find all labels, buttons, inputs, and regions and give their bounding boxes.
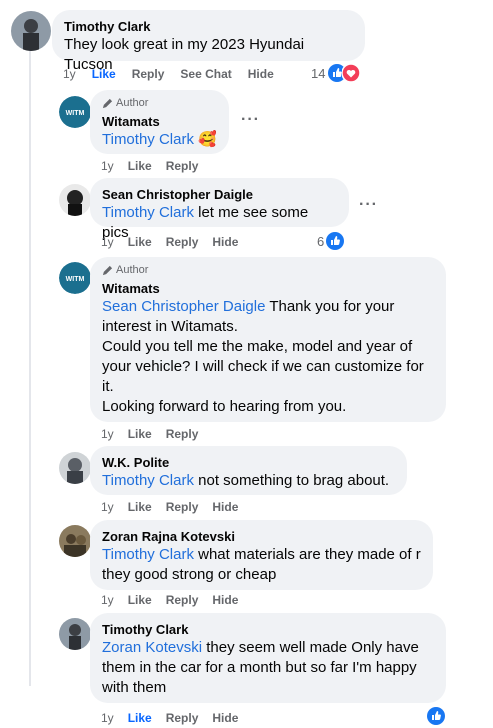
author-badge: Author	[102, 263, 434, 277]
emoji: 🥰	[198, 131, 217, 148]
reply-button[interactable]: Reply	[166, 711, 199, 725]
comment-text: Sean Christopher Daigle Thank you for yo…	[102, 298, 395, 335]
hide-button[interactable]: Hide	[212, 500, 238, 514]
comment-text: Could you tell me the make, model and ye…	[102, 338, 424, 395]
thread-line	[29, 46, 31, 686]
timestamp[interactable]: 1y	[101, 235, 114, 249]
like-button[interactable]: Like	[128, 593, 152, 607]
reaction-summary[interactable]: 14	[311, 64, 361, 82]
author-name[interactable]: Zoran Rajna Kotevski	[102, 528, 421, 545]
reply-button[interactable]: Reply	[166, 500, 199, 514]
reply-button[interactable]: Reply	[166, 235, 199, 249]
author-name[interactable]: W.K. Polite	[102, 454, 395, 471]
comment-actions: 1y Like Reply	[101, 158, 198, 174]
reaction-summary[interactable]: 6	[317, 232, 345, 250]
author-name[interactable]: Witamats	[102, 280, 434, 297]
mention-link[interactable]: Timothy Clark	[102, 472, 194, 489]
comment-actions: 1y Like Reply Hide	[101, 592, 238, 608]
more-options-icon[interactable]: ···	[241, 111, 260, 129]
like-button[interactable]: Like	[128, 500, 152, 514]
comment-bubble: Zoran Rajna Kotevski Timothy Clark what …	[90, 520, 433, 590]
comment-text: Zoran Kotevski they seem well made Only …	[102, 639, 419, 696]
comment-text: Timothy Clark 🥰	[102, 130, 217, 150]
comment-bubble: Timothy Clark Zoran Kotevski they seem w…	[90, 613, 446, 703]
timestamp[interactable]: 1y	[63, 67, 76, 81]
reply-button[interactable]: Reply	[166, 159, 199, 173]
hide-button[interactable]: Hide	[212, 593, 238, 607]
like-button[interactable]: Like	[128, 235, 152, 249]
comment-actions: 1y Like Reply Hide	[101, 234, 238, 250]
reply-button[interactable]: Reply	[166, 593, 199, 607]
reaction-count: 6	[317, 233, 325, 249]
comment-text: Timothy Clark what materials are they ma…	[102, 546, 421, 583]
reaction-count: 14	[311, 65, 326, 81]
pencil-icon	[102, 265, 113, 275]
comment-actions: 1y Like Reply See Chat Hide	[63, 66, 274, 82]
avatar[interactable]: WITM	[59, 262, 91, 294]
reply-button[interactable]: Reply	[132, 67, 165, 81]
author-name[interactable]: Witamats	[102, 113, 217, 130]
timestamp[interactable]: 1y	[101, 427, 114, 441]
avatar[interactable]	[59, 618, 91, 650]
timestamp[interactable]: 1y	[101, 159, 114, 173]
like-button[interactable]: Like	[128, 159, 152, 173]
avatar[interactable]: WITM	[59, 96, 91, 128]
comment-text: Timothy Clark not something to brag abou…	[102, 472, 390, 489]
author-name[interactable]: Sean Christopher Daigle	[102, 186, 337, 203]
mention-link[interactable]: Zoran Kotevski	[102, 639, 202, 656]
avatar[interactable]	[59, 184, 91, 216]
avatar[interactable]	[59, 452, 91, 484]
author-name[interactable]: Timothy Clark	[64, 18, 353, 35]
comment-actions: 1y Like Reply Hide	[101, 499, 238, 515]
hide-button[interactable]: Hide	[212, 711, 238, 725]
reaction-summary[interactable]	[427, 707, 445, 725]
hide-button[interactable]: Hide	[212, 235, 238, 249]
avatar[interactable]	[59, 525, 91, 557]
comment-bubble: Author Witamats Sean Christopher Daigle …	[90, 257, 446, 422]
svg-text:WITM: WITM	[66, 110, 85, 117]
see-chat-button[interactable]: See Chat	[180, 67, 231, 81]
comment-bubble: Author Witamats Timothy Clark 🥰	[90, 90, 229, 154]
author-name[interactable]: Timothy Clark	[102, 621, 434, 638]
comment-bubble: W.K. Polite Timothy Clark not something …	[90, 446, 407, 495]
love-reaction-icon	[342, 64, 361, 82]
mention-link[interactable]: Timothy Clark	[102, 204, 194, 221]
author-badge: Author	[102, 96, 217, 110]
comment-text: Looking forward to hearing from you.	[102, 398, 347, 415]
mention-link[interactable]: Sean Christopher Daigle	[102, 298, 265, 315]
pencil-icon	[102, 98, 113, 108]
like-reaction-icon	[427, 707, 445, 725]
comment-actions: 1y Like Reply Hide	[101, 710, 238, 726]
like-reaction-icon	[326, 232, 345, 250]
timestamp[interactable]: 1y	[101, 500, 114, 514]
comment-bubble: Sean Christopher Daigle Timothy Clark le…	[90, 178, 349, 241]
timestamp[interactable]: 1y	[101, 593, 114, 607]
like-button[interactable]: Like	[128, 427, 152, 441]
avatar[interactable]	[11, 11, 51, 51]
mention-link[interactable]: Timothy Clark	[102, 546, 194, 563]
like-button[interactable]: Like	[128, 711, 152, 725]
reply-button[interactable]: Reply	[166, 427, 199, 441]
svg-text:WITM: WITM	[66, 276, 85, 283]
more-options-icon[interactable]: ···	[359, 196, 378, 214]
comment-bubble: Timothy Clark They look great in my 2023…	[52, 10, 365, 73]
timestamp[interactable]: 1y	[101, 711, 114, 725]
comment-actions: 1y Like Reply	[101, 426, 198, 442]
like-button[interactable]: Like	[92, 67, 116, 81]
hide-button[interactable]: Hide	[248, 67, 274, 81]
mention-link[interactable]: Timothy Clark	[102, 131, 194, 148]
